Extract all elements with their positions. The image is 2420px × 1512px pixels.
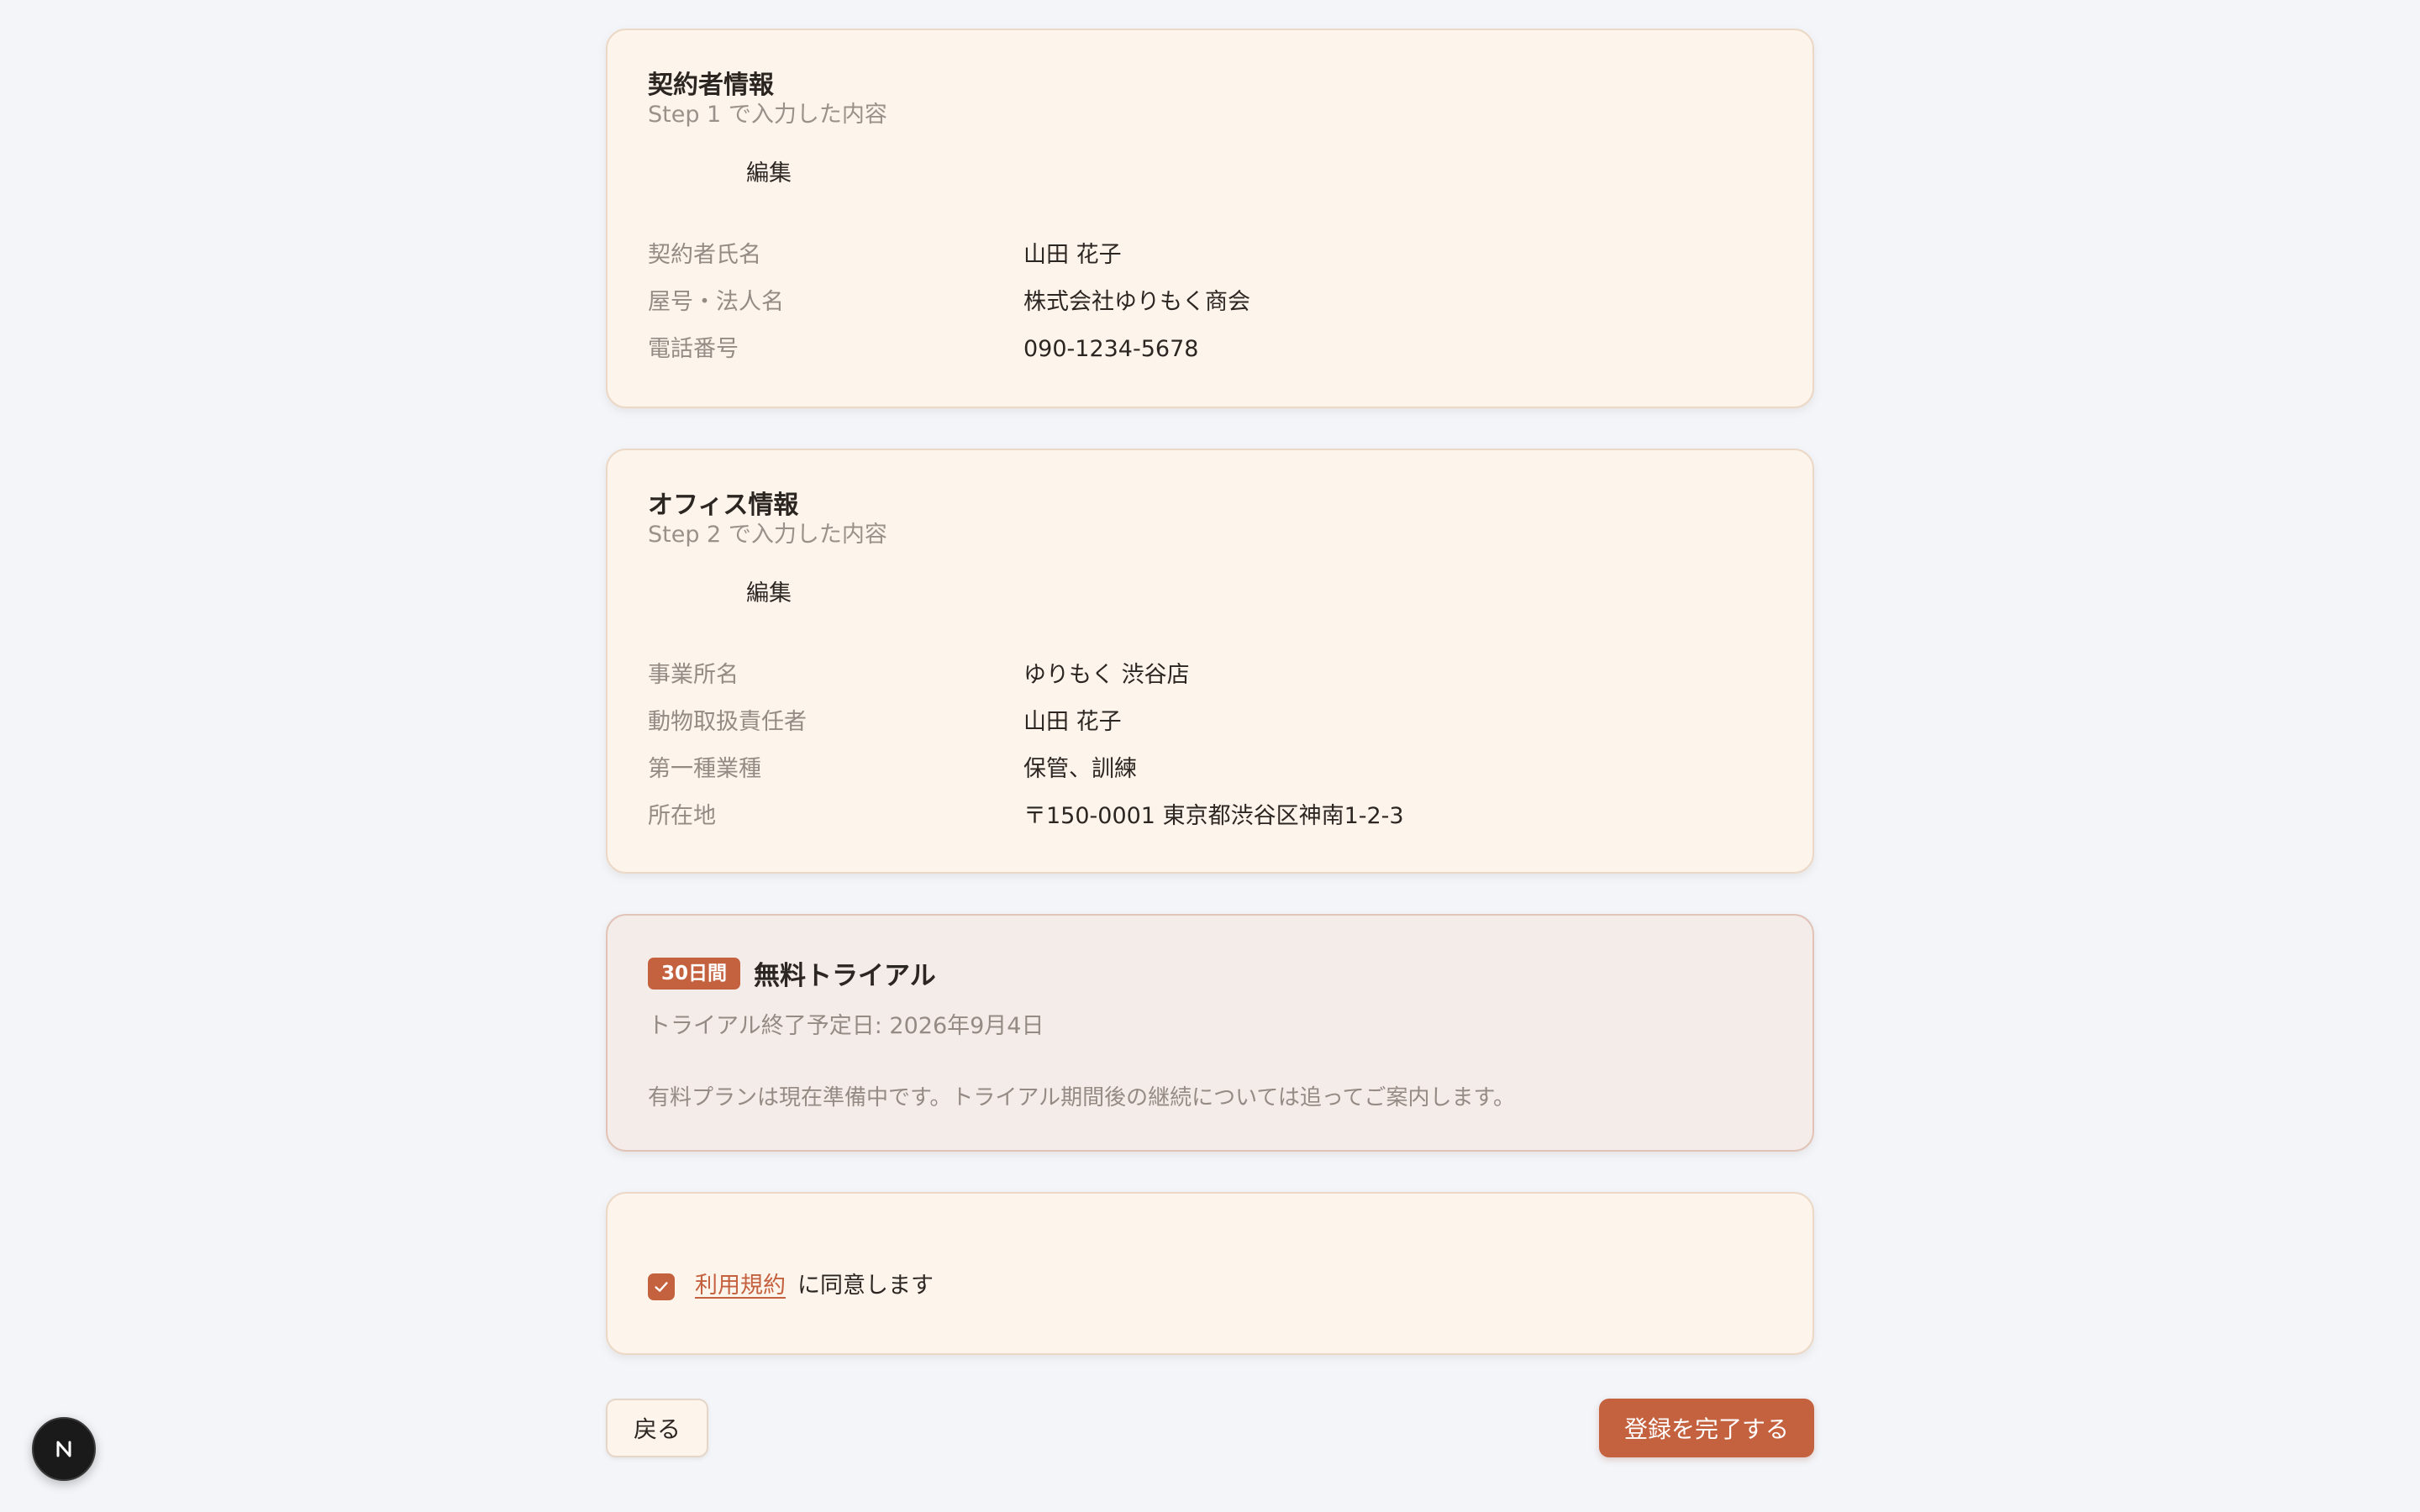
office-info-card: オフィス情報 Step 2 で入力した内容 編集 事業所名 ゆりもく 渋谷店 動…	[606, 449, 1814, 874]
row-label: 動物取扱責任者	[648, 709, 807, 735]
office-row-manager: 動物取扱責任者 山田 花子	[648, 706, 1772, 739]
row-value: ゆりもく 渋谷店	[1023, 662, 1190, 688]
contractor-row-phone: 電話番号 090-1234-5678	[648, 333, 1772, 366]
terms-label: 利用規約 に同意します	[695, 1269, 934, 1303]
row-label: 所在地	[648, 803, 716, 829]
trial-title: 無料トライアル	[754, 961, 936, 991]
row-value: 山田 花子	[1023, 242, 1122, 268]
trial-card: 30日間 無料トライアル トライアル終了予定日: 2026年9月4日 有料プランは…	[606, 914, 1814, 1152]
office-edit-button[interactable]: 編集	[746, 575, 792, 607]
office-row-business-type: 第一種業種 保管、訓練	[648, 753, 1772, 786]
row-value: 090-1234-5678	[1023, 336, 1199, 362]
row-label: 第一種業種	[648, 756, 761, 782]
contractor-card-subtitle: Step 1 で入力した内容	[648, 102, 887, 128]
row-label: 契約者氏名	[648, 242, 761, 268]
office-card-title: オフィス情報	[648, 491, 799, 520]
office-row-name: 事業所名 ゆりもく 渋谷店	[648, 659, 1772, 692]
terms-agree-text: に同意します	[797, 1273, 934, 1299]
nextjs-icon	[56, 1441, 71, 1457]
row-label: 電話番号	[648, 336, 739, 362]
trial-header: 30日間 無料トライアル	[648, 954, 1772, 992]
office-card-subtitle: Step 2 で入力した内容	[648, 522, 887, 548]
contractor-row-name: 契約者氏名 山田 花子	[648, 239, 1772, 272]
contractor-info-card: 契約者情報 Step 1 で入力した内容 編集 契約者氏名 山田 花子 屋号・法…	[606, 29, 1814, 408]
row-value: 保管、訓練	[1023, 756, 1137, 782]
review-container: 契約者情報 Step 1 で入力した内容 編集 契約者氏名 山田 花子 屋号・法…	[606, 29, 1814, 1355]
row-label: 事業所名	[648, 662, 739, 688]
trial-end-date: トライアル終了予定日: 2026年9月4日	[648, 1013, 1044, 1039]
terms-card: 利用規約 に同意します	[606, 1192, 1814, 1355]
nextjs-dev-indicator[interactable]	[32, 1417, 96, 1481]
trial-duration-badge: 30日間	[648, 957, 741, 990]
back-button[interactable]: 戻る	[606, 1399, 708, 1457]
contractor-row-company: 屋号・法人名 株式会社ゆりもく商会	[648, 286, 1772, 319]
row-label: 屋号・法人名	[648, 289, 784, 315]
office-row-address: 所在地 〒150-0001 東京都渋谷区神南1-2-3	[648, 800, 1772, 833]
check-icon	[655, 1282, 668, 1292]
row-value: 山田 花子	[1023, 709, 1122, 735]
terms-checkbox[interactable]	[648, 1273, 675, 1300]
row-value: 株式会社ゆりもく商会	[1023, 289, 1250, 315]
contractor-card-title: 契約者情報	[648, 71, 774, 100]
contractor-edit-button[interactable]: 編集	[746, 155, 792, 187]
terms-of-service-link[interactable]: 利用規約	[695, 1273, 786, 1299]
complete-registration-button[interactable]: 登録を完了する	[1599, 1399, 1814, 1457]
trial-note: 有料プランは現在準備中です。トライアル期間後の継続については追ってご案内します。	[648, 1085, 1515, 1110]
row-value: 〒150-0001 東京都渋谷区神南1-2-3	[1023, 803, 1404, 829]
